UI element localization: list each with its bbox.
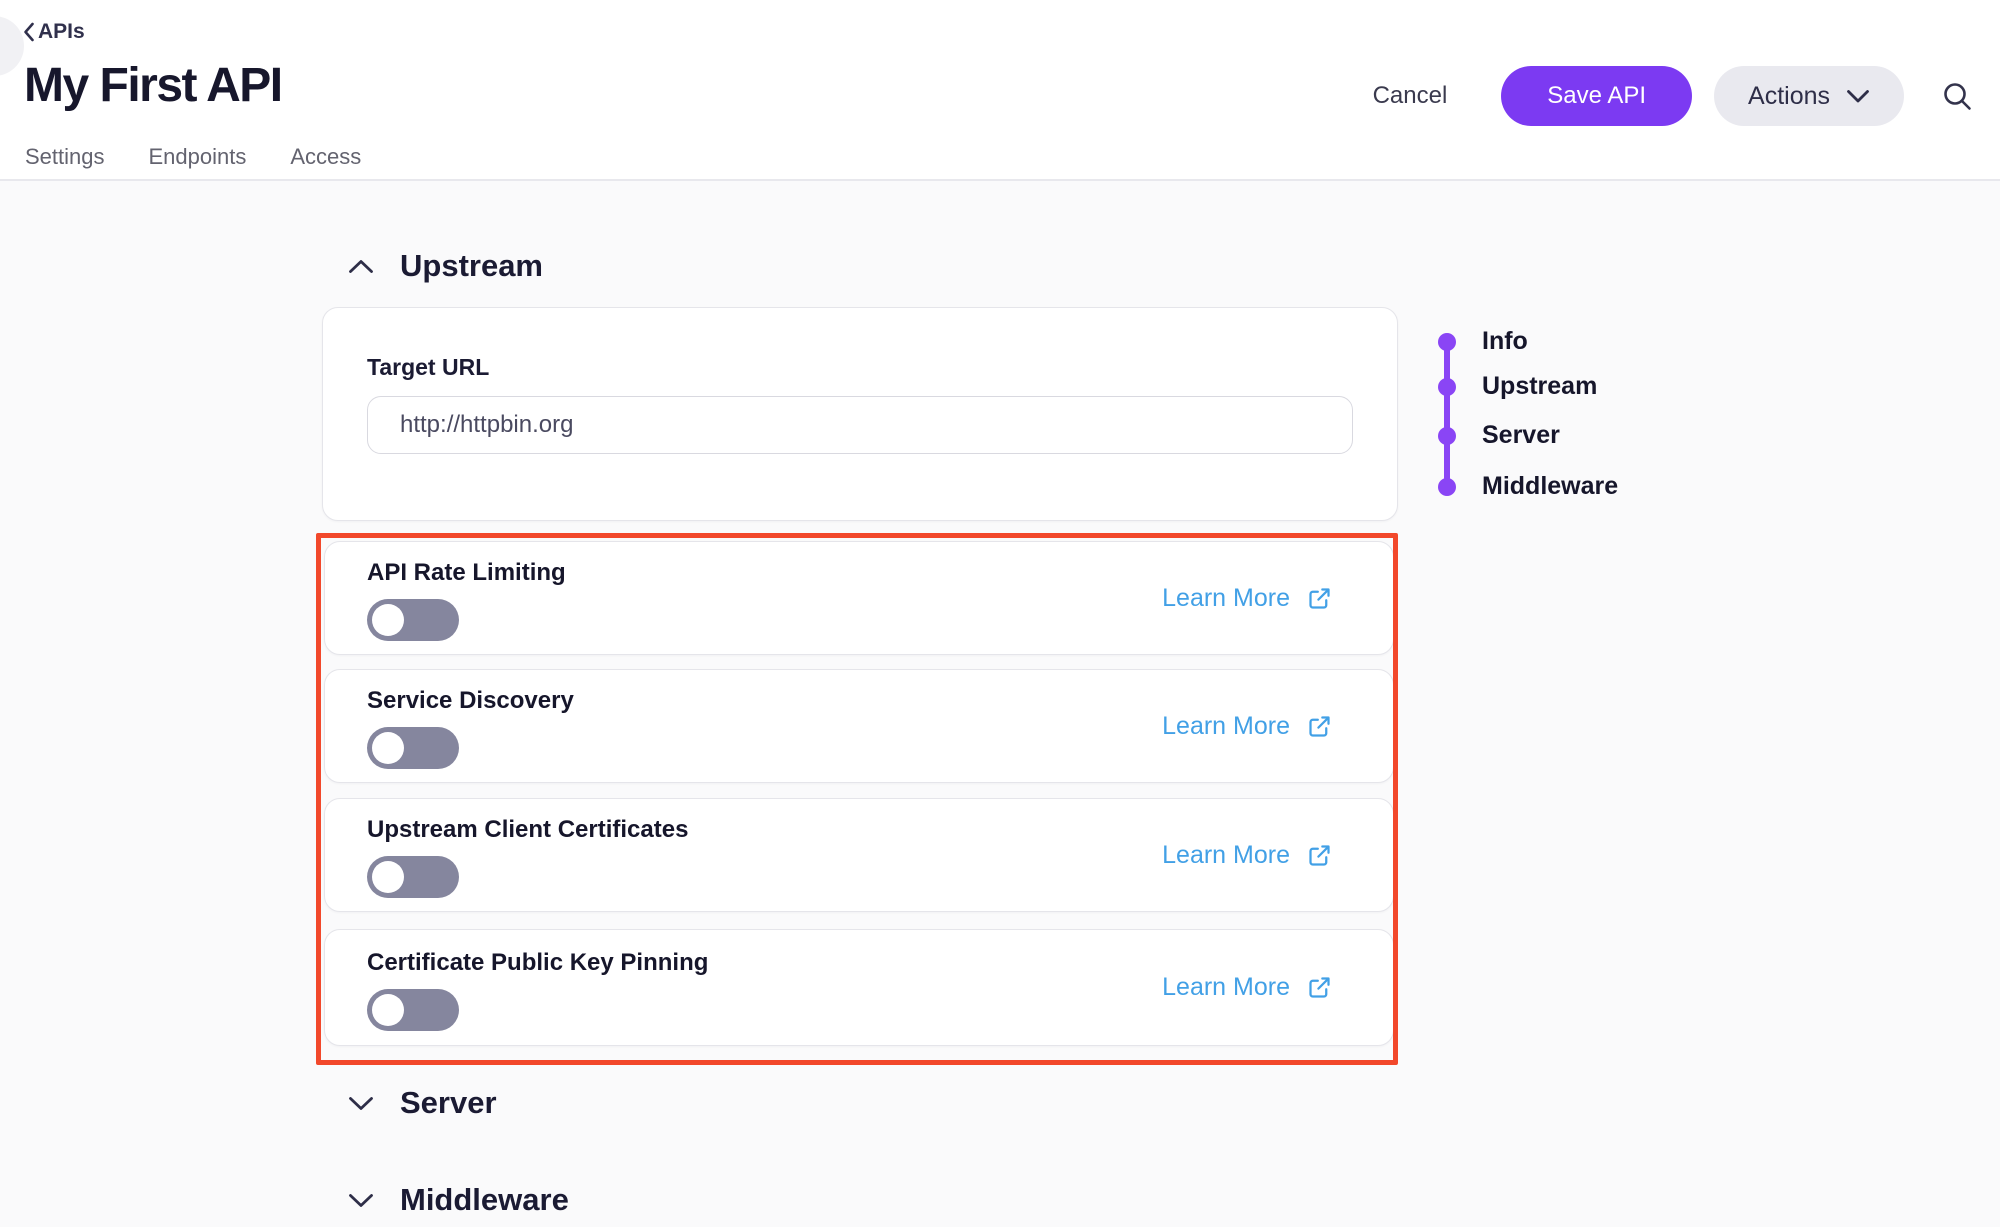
cancel-button[interactable]: Cancel (1373, 82, 1448, 110)
api-rate-limiting-toggle[interactable] (367, 599, 459, 641)
chevron-left-icon (22, 21, 36, 43)
toggle-knob (372, 861, 404, 893)
feature-title: API Rate Limiting (367, 559, 566, 587)
breadcrumb-back-apis[interactable]: APIs (22, 20, 85, 44)
stepper-dot (1438, 427, 1456, 445)
breadcrumb-label: APIs (38, 20, 85, 44)
section-heading-server-label: Server (400, 1085, 497, 1121)
section-heading-upstream-label: Upstream (400, 248, 543, 284)
stepper-item-server[interactable]: Server (1436, 421, 1560, 450)
certificate-public-key-pinning-toggle[interactable] (367, 989, 459, 1031)
tab-settings[interactable]: Settings (25, 144, 105, 182)
feature-card-api-rate-limiting: API Rate Limiting Learn More (324, 541, 1394, 655)
toggle-knob (372, 732, 404, 764)
page-title: My First API (24, 58, 282, 113)
stepper-line (1444, 336, 1450, 481)
feature-title: Service Discovery (367, 687, 574, 715)
header-actions: Cancel Save API Actions (1373, 66, 1974, 126)
learn-more-label: Learn More (1162, 584, 1290, 613)
target-url-input[interactable] (367, 396, 1353, 454)
section-heading-middleware-label: Middleware (400, 1182, 569, 1218)
main-content: Info Upstream Target URL API Rate Limiti… (0, 0, 2000, 1227)
search-button[interactable] (1940, 79, 1974, 113)
external-link-icon (1306, 974, 1333, 1001)
stepper-label: Info (1482, 327, 1528, 356)
feature-card-certificate-public-key-pinning: Certificate Public Key Pinning Learn Mor… (324, 929, 1394, 1046)
section-header-upstream[interactable]: Upstream (348, 248, 543, 284)
target-url-card: Target URL (322, 307, 1398, 521)
learn-more-link[interactable]: Learn More (1162, 973, 1333, 1002)
learn-more-label: Learn More (1162, 712, 1290, 741)
learn-more-label: Learn More (1162, 841, 1290, 870)
feature-card-upstream-client-certificates: Upstream Client Certificates Learn More (324, 798, 1394, 912)
actions-dropdown-button[interactable]: Actions (1714, 66, 1904, 126)
upstream-client-certificates-toggle[interactable] (367, 856, 459, 898)
search-icon (1940, 79, 1974, 113)
external-link-icon (1306, 842, 1333, 869)
feature-title: Upstream Client Certificates (367, 816, 688, 844)
feature-title: Certificate Public Key Pinning (367, 949, 708, 977)
tab-bar: Settings Endpoints Access (25, 144, 361, 182)
tab-access[interactable]: Access (290, 144, 361, 182)
stepper-dot (1438, 333, 1456, 351)
toggle-knob (372, 994, 404, 1026)
target-url-label: Target URL (367, 354, 489, 381)
stepper-item-info[interactable]: Info (1436, 327, 1528, 356)
learn-more-label: Learn More (1162, 973, 1290, 1002)
page-header: APIs My First API Settings Endpoints Acc… (0, 0, 2000, 181)
learn-more-link[interactable]: Learn More (1162, 712, 1333, 741)
learn-more-link[interactable]: Learn More (1162, 841, 1333, 870)
stepper-label: Middleware (1482, 472, 1618, 501)
external-link-icon (1306, 713, 1333, 740)
edge-widget-fragment (0, 16, 24, 76)
section-header-middleware[interactable]: Middleware (348, 1182, 569, 1218)
chevron-down-icon (348, 1193, 374, 1208)
service-discovery-toggle[interactable] (367, 727, 459, 769)
stepper-label: Upstream (1482, 372, 1597, 401)
chevron-down-icon (348, 1096, 374, 1111)
chevron-down-icon (1846, 89, 1870, 104)
learn-more-link[interactable]: Learn More (1162, 584, 1333, 613)
stepper-item-middleware[interactable]: Middleware (1436, 472, 1618, 501)
actions-label: Actions (1748, 82, 1830, 111)
toggle-knob (372, 604, 404, 636)
feature-card-service-discovery: Service Discovery Learn More (324, 669, 1394, 783)
stepper-dot (1438, 478, 1456, 496)
save-api-button[interactable]: Save API (1501, 66, 1692, 126)
stepper-dot (1438, 378, 1456, 396)
chevron-up-icon (348, 259, 374, 274)
section-header-server[interactable]: Server (348, 1085, 497, 1121)
tab-endpoints[interactable]: Endpoints (149, 144, 247, 182)
stepper-label: Server (1482, 421, 1560, 450)
stepper-item-upstream[interactable]: Upstream (1436, 372, 1597, 401)
external-link-icon (1306, 585, 1333, 612)
